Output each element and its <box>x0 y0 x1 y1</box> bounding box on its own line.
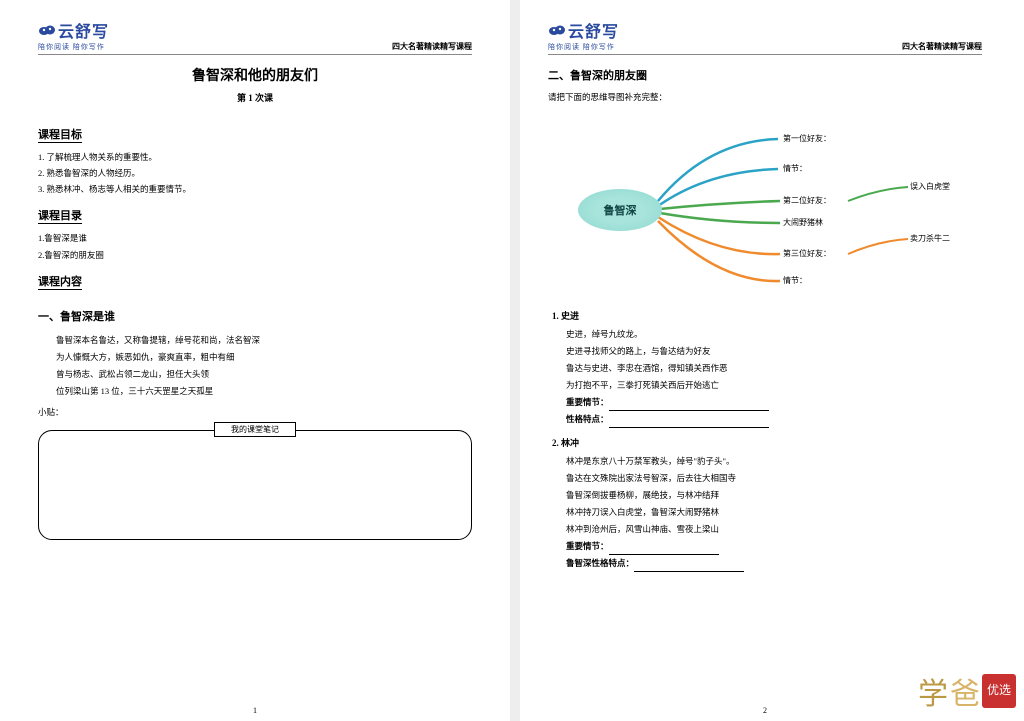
blank-field[interactable] <box>609 418 769 428</box>
notes-box: 我的课堂笔记 <box>38 430 472 540</box>
toc-list: 1.鲁智深是谁 2.鲁智深的朋友圈 <box>38 230 472 262</box>
brand-block: 云舒写 陪你阅读 陪你写作 <box>38 18 109 52</box>
header-course: 四大名著精读精写课程 <box>902 41 982 52</box>
body-line: 林冲到沧州后，风雪山神庙、雪夜上梁山 <box>566 521 982 538</box>
page-header: 云舒写 陪你阅读 陪你写作 四大名著精读精写课程 <box>38 18 472 55</box>
page-number: 2 <box>763 706 767 715</box>
body-line: 鲁智深倒拔垂杨柳，展绝技，与林冲结拜 <box>566 487 982 504</box>
mm-leaf-label: 误入白虎堂 <box>910 181 950 192</box>
blank-field[interactable] <box>634 562 744 572</box>
intro-block: 鲁智深本名鲁达，又称鲁提辖，绰号花和尚，法名智深 为人慷慨大方，嫉恶如仇，豪爽直… <box>56 332 472 400</box>
cloud-icon <box>548 24 566 36</box>
goals-list: 1. 了解梳理人物关系的重要性。 2. 熟悉鲁智深的人物经历。 3. 熟悉林冲、… <box>38 149 472 197</box>
person-1-title: 1. 史进 <box>552 309 982 322</box>
list-item: 2. 熟悉鲁智深的人物经历。 <box>38 165 472 181</box>
list-item: 2.鲁智深的朋友圈 <box>38 247 472 263</box>
brand-block: 云舒写 陪你阅读 陪你写作 <box>548 18 619 52</box>
content-h1: 一、鲁智深是谁 <box>38 308 472 324</box>
mm-branch-label: 第三位好友： <box>783 248 831 259</box>
watermark-char: 学 <box>918 669 948 713</box>
body-line: 为人慷慨大方，嫉恶如仇，豪爽直率，粗中有细 <box>56 349 472 366</box>
page-subtitle: 第 1 次课 <box>38 91 472 104</box>
body-line: 史进，绰号九纹龙。 <box>566 326 982 343</box>
page-gap <box>510 0 520 721</box>
page-1: 云舒写 陪你阅读 陪你写作 四大名著精读精写课程 鲁智深和他的朋友们 第 1 次… <box>10 0 500 721</box>
page-title: 鲁智深和他的朋友们 <box>38 65 472 85</box>
instruction: 请把下面的思维导图补充完整： <box>548 91 982 103</box>
body-line: 鲁达在文殊院出家法号智深，后去往大相国寺 <box>566 470 982 487</box>
section-content-heading: 课程内容 <box>38 273 82 290</box>
list-item: 3. 熟悉林冲、杨志等人相关的重要情节。 <box>38 181 472 197</box>
page-header: 云舒写 陪你阅读 陪你写作 四大名著精读精写课程 <box>548 18 982 55</box>
page-number: 1 <box>253 706 257 715</box>
fill-line: 性格特点： <box>566 411 982 428</box>
brand-tagline: 陪你阅读 陪你写作 <box>548 42 619 52</box>
person-2-title: 2. 林冲 <box>552 436 982 449</box>
mm-leaf-label: 卖刀杀牛二 <box>910 233 950 244</box>
blank-field[interactable] <box>609 545 719 555</box>
section-goals-heading: 课程目标 <box>38 126 82 143</box>
brand-tagline: 陪你阅读 陪你写作 <box>38 42 109 52</box>
mm-branch-label: 情节： <box>783 163 807 174</box>
notes-title: 我的课堂笔记 <box>214 422 296 437</box>
mindmap: 鲁智深 第一位好友： 情节： 第二位好友： 误入白虎堂 大闹野猪林 第三位好友：… <box>548 111 982 301</box>
section-toc-heading: 课程目录 <box>38 207 82 224</box>
tip-label: 小贴： <box>38 406 472 418</box>
page-2: 云舒写 陪你阅读 陪你写作 四大名著精读精写课程 二、鲁智深的朋友圈 请把下面的… <box>520 0 1010 721</box>
mm-branch-label: 第二位好友： <box>783 195 831 206</box>
body-line: 鲁智深本名鲁达，又称鲁提辖，绰号花和尚，法名智深 <box>56 332 472 349</box>
fill-line: 重要情节： <box>566 394 982 411</box>
list-item: 1. 了解梳理人物关系的重要性。 <box>38 149 472 165</box>
person-1-body: 史进，绰号九纹龙。 史进寻找师父的路上，与鲁达结为好友 鲁达与史进、李忠在酒馆，… <box>566 326 982 428</box>
watermark-char: 爸 <box>950 669 980 713</box>
watermark: 学 爸 优选 <box>918 669 1016 713</box>
header-course: 四大名著精读精写课程 <box>392 41 472 52</box>
mindmap-center: 鲁智深 <box>578 189 662 231</box>
mm-branch-label: 大闹野猪林 <box>783 217 823 228</box>
blank-field[interactable] <box>609 401 769 411</box>
content-h2: 二、鲁智深的朋友圈 <box>548 67 982 83</box>
person-2-body: 林冲是东京八十万禁军教头，绰号"豹子头"。 鲁达在文殊院出家法号智深，后去往大相… <box>566 453 982 572</box>
brand-name: 云舒写 <box>58 18 109 42</box>
fill-line: 重要情节： <box>566 538 982 555</box>
body-line: 史进寻找师父的路上，与鲁达结为好友 <box>566 343 982 360</box>
mm-branch-label: 第一位好友： <box>783 133 831 144</box>
body-line: 鲁达与史进、李忠在酒馆，得知镇关西作恶 <box>566 360 982 377</box>
body-line: 为打抱不平，三拳打死镇关西后开始逃亡 <box>566 377 982 394</box>
body-line: 林冲持刀误入白虎堂，鲁智深大闹野猪林 <box>566 504 982 521</box>
watermark-seal: 优选 <box>982 674 1016 708</box>
body-line: 位列梁山第 13 位，三十六天罡星之天孤星 <box>56 383 472 400</box>
cloud-icon <box>38 24 56 36</box>
list-item: 1.鲁智深是谁 <box>38 230 472 246</box>
fill-line: 鲁智深性格特点： <box>566 555 982 572</box>
mm-branch-label: 情节： <box>783 275 807 286</box>
body-line: 林冲是东京八十万禁军教头，绰号"豹子头"。 <box>566 453 982 470</box>
brand-name: 云舒写 <box>568 18 619 42</box>
body-line: 曾与杨志、武松占领二龙山，担任大头领 <box>56 366 472 383</box>
